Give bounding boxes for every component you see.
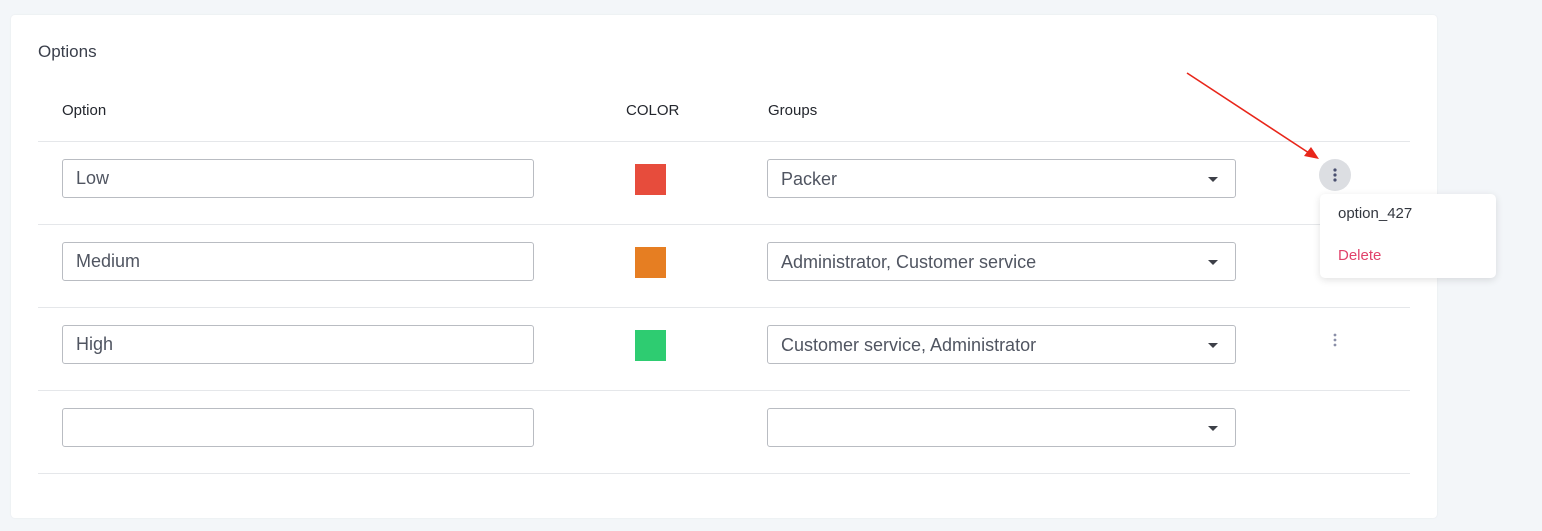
row-actions-button[interactable] [1319,159,1351,191]
row-actions-button[interactable] [1319,324,1351,356]
color-swatch[interactable] [635,247,666,278]
color-swatch[interactable] [635,164,666,195]
groups-select-value: Customer service, Administrator [781,335,1037,355]
row-actions-menu: option_427 Delete [1320,194,1496,278]
groups-select-value: Administrator, Customer service [781,252,1037,272]
row-divider [38,224,1410,225]
caret-down-icon [1208,343,1218,348]
caret-down-icon [1208,260,1218,265]
option-input[interactable] [62,159,534,198]
more-vertical-icon [1333,333,1337,347]
column-header-groups: Groups [768,102,818,119]
groups-select[interactable]: Packer [767,159,1236,198]
section-title: Options [38,42,97,61]
menu-item-option-id[interactable]: option_427 [1338,205,1412,222]
option-input[interactable] [62,408,534,447]
options-card: Options Option COLOR Groups Packer Admin… [11,15,1437,518]
option-input[interactable] [62,325,534,364]
groups-select[interactable]: Customer service, Administrator [767,325,1236,364]
caret-down-icon [1208,177,1218,182]
groups-select[interactable] [767,408,1236,447]
menu-item-delete[interactable]: Delete [1338,247,1381,264]
row-divider [38,390,1410,391]
more-vertical-icon [1333,168,1337,182]
row-divider [38,307,1410,308]
row-divider [38,141,1410,142]
column-header-color: COLOR [626,102,680,119]
caret-down-icon [1208,426,1218,431]
groups-select[interactable]: Administrator, Customer service [767,242,1236,281]
groups-select-value: Packer [781,169,838,189]
row-divider [38,473,1410,474]
color-swatch[interactable] [635,330,666,361]
column-header-option: Option [62,102,107,119]
option-input[interactable] [62,242,534,281]
